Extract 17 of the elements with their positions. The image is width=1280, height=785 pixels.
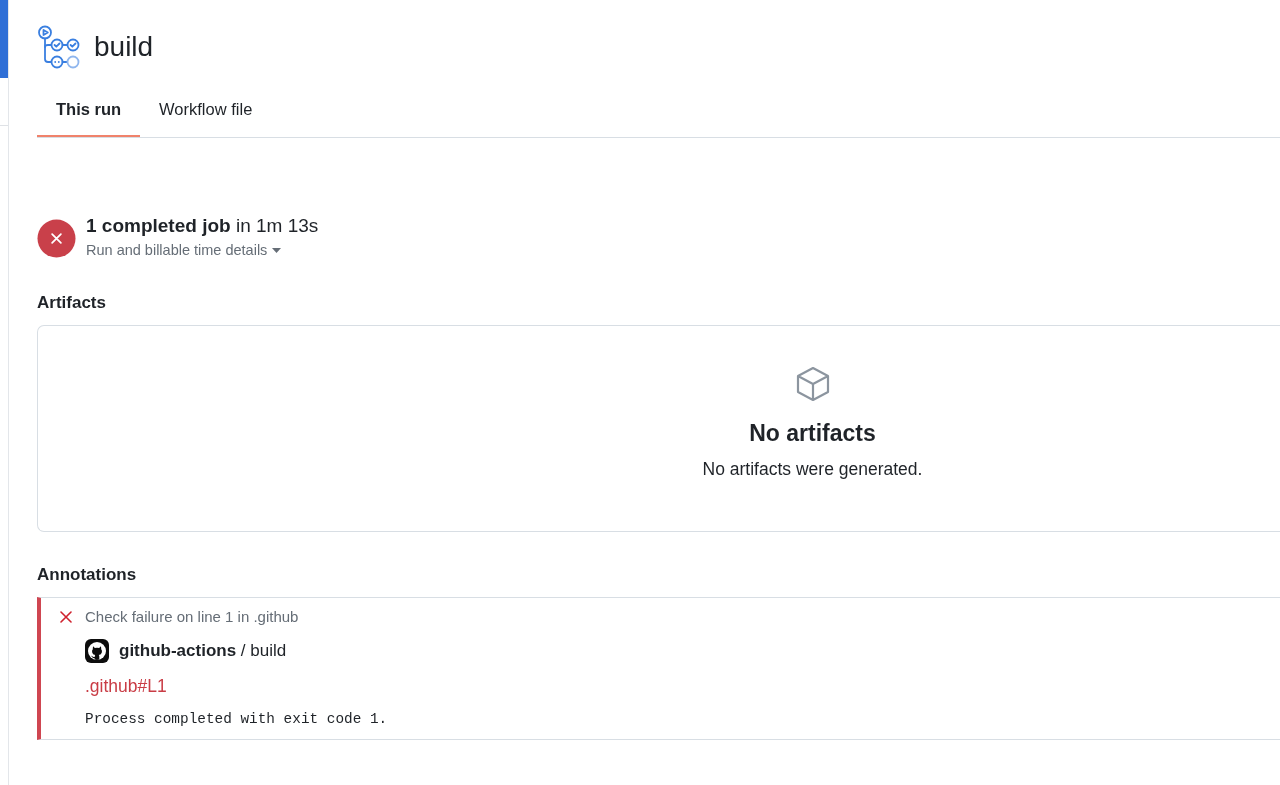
section-heading: Artifacts — [37, 292, 107, 314]
error-x-icon — [60, 611, 72, 623]
annotation-source: github-actions / build — [119, 640, 287, 662]
empty-state-text: No artifacts were generated. — [702, 458, 923, 481]
run-summary-text: 1 completed job in 1m 13s — [86, 214, 319, 238]
tab[interactable]: Workflow file — [140, 89, 272, 137]
cube-icon — [794, 366, 831, 402]
section-heading: Annotations — [37, 564, 138, 586]
annotation-message: Process completed with exit code 1. — [85, 710, 388, 729]
workflow-icon — [37, 25, 81, 69]
run-details-toggle[interactable]: Run and billable time details — [86, 239, 282, 261]
tab[interactable]: This run — [37, 89, 141, 137]
cat-logo-icon — [85, 639, 109, 663]
empty-state-title: No artifacts — [749, 419, 876, 448]
annotation-location-link[interactable]: .github#L1 — [85, 674, 167, 698]
annotation-title: Check failure on line 1 in .github — [85, 607, 299, 627]
workflow-title: build — [94, 30, 154, 64]
